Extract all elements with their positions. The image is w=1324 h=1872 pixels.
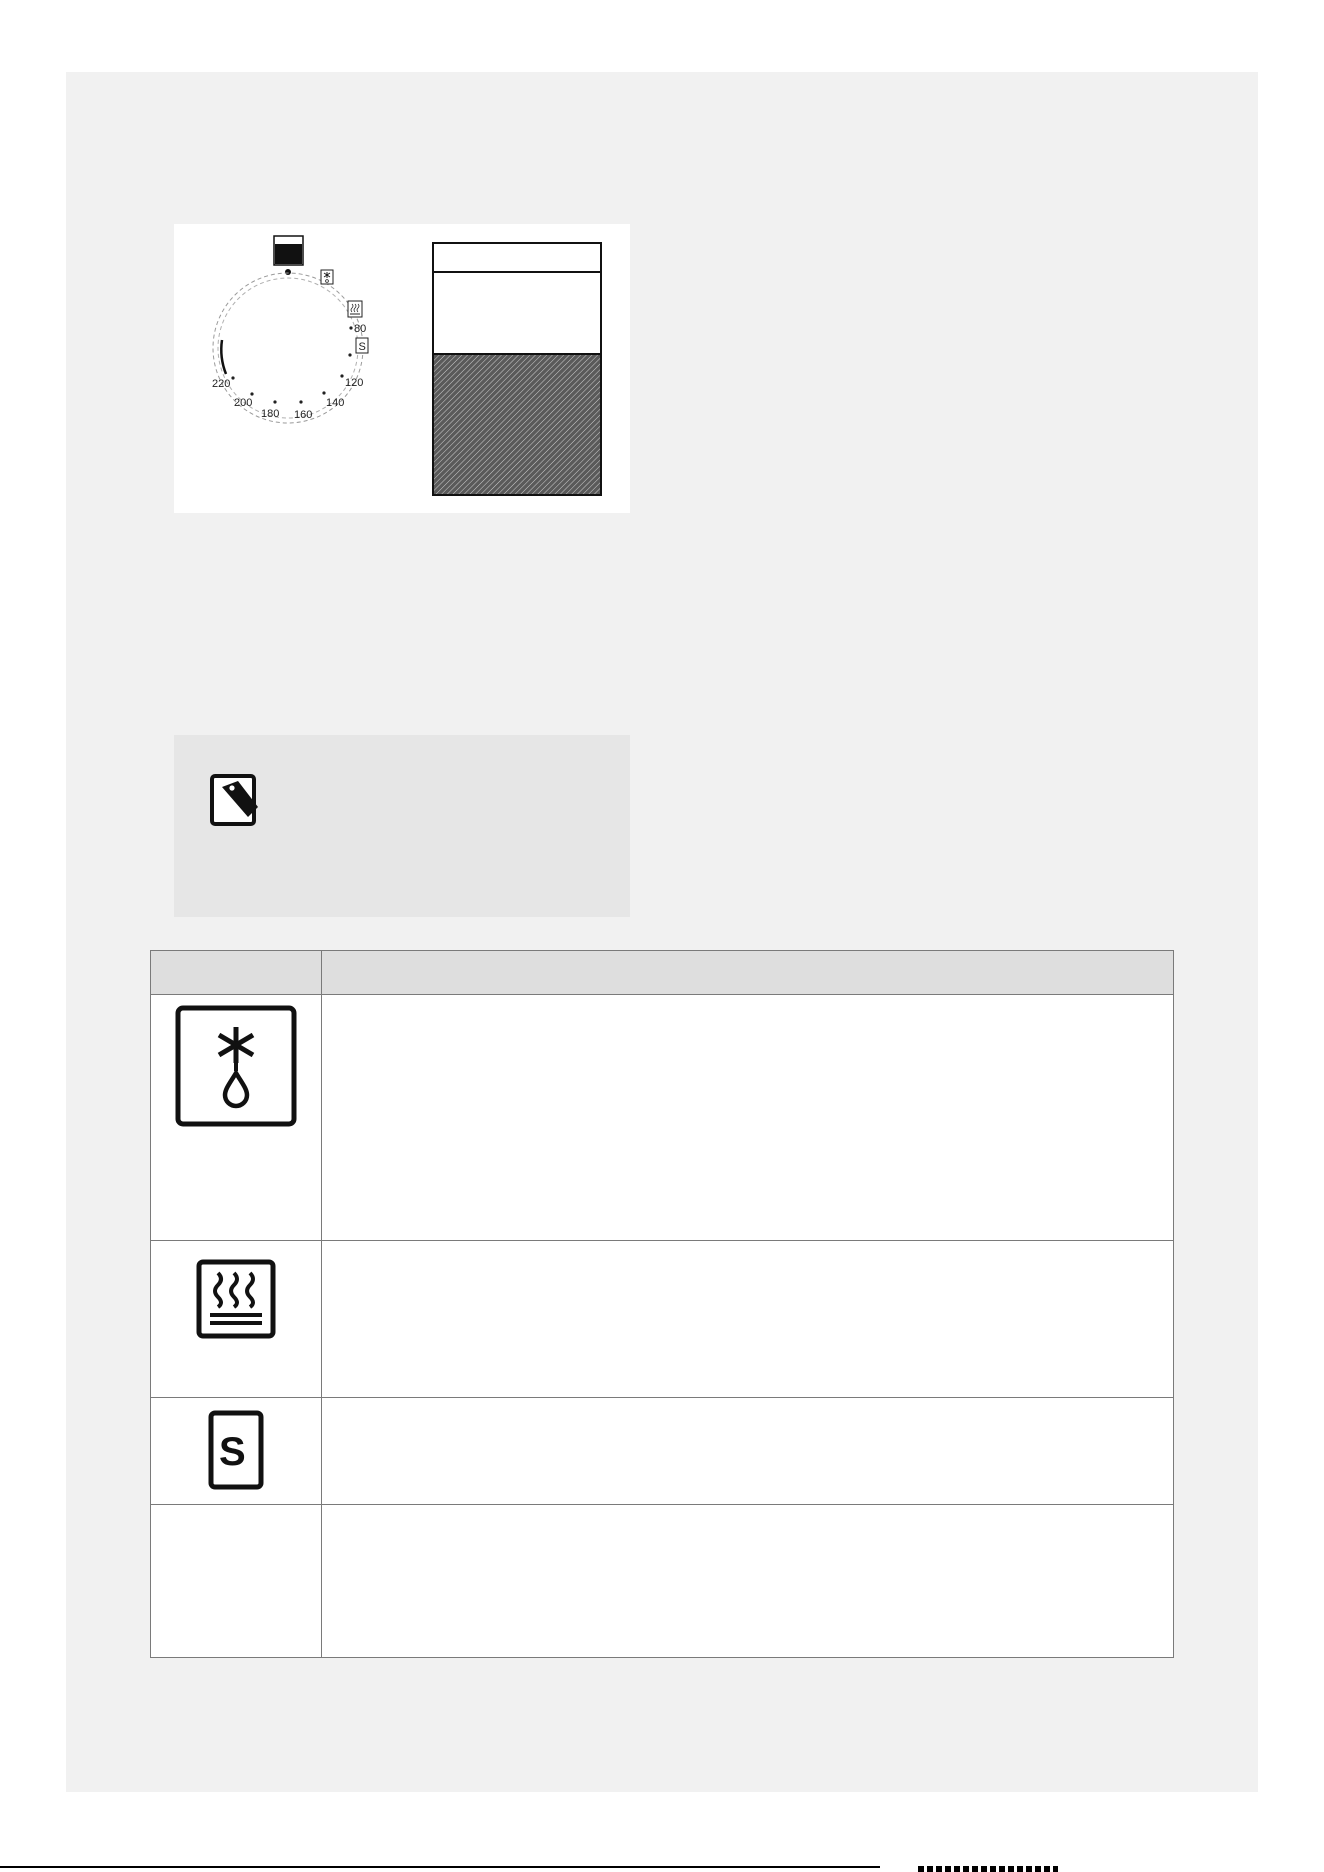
table-header-row: [150, 950, 1174, 995]
dial-temp-160: 160: [294, 409, 312, 421]
gauge-fill: [434, 354, 600, 494]
table-header-description: [321, 950, 1174, 995]
footer-rule: [0, 1866, 880, 1868]
table-row: [150, 1504, 1174, 1658]
dial-temp-220: 220: [212, 378, 230, 390]
dial-tick-dots: [231, 326, 353, 404]
symbol-table: S: [150, 950, 1174, 1658]
table-row: [150, 1240, 1174, 1398]
symbol-cell: [150, 1504, 322, 1658]
dial-temp-80: 80: [354, 323, 366, 335]
symbol-description: [321, 993, 1174, 1242]
symbol-cell: S: [150, 1396, 322, 1506]
dial-temp-180: 180: [261, 408, 279, 420]
dial-temp-200: 200: [234, 397, 252, 409]
dial-temp-140: 140: [326, 397, 344, 409]
dial-defrost-icon: [320, 269, 334, 285]
symbol-description: [321, 1396, 1174, 1506]
dial-warming-icon: [347, 300, 363, 318]
dial-s-icon: S: [355, 337, 369, 354]
oven-level-gauge: [432, 242, 602, 496]
symbol-cell: [150, 993, 322, 1242]
dial-indicator-icon: [273, 235, 304, 275]
symbol-description: [321, 1504, 1174, 1658]
svg-text:S: S: [219, 1430, 246, 1474]
defrost-icon: [175, 1005, 297, 1127]
oven-dial-figure: 220 200 180 160 140 120 80 S: [174, 224, 630, 513]
symbol-cell: [150, 1240, 322, 1398]
s-mode-icon: S: [208, 1410, 264, 1490]
table-row: S: [150, 1396, 1174, 1506]
note-tag-icon: [210, 774, 258, 826]
dial-temp-120: 120: [345, 377, 363, 389]
symbol-description: [321, 1240, 1174, 1398]
note-box: [174, 735, 630, 917]
dial-diagram: 220 200 180 160 140 120 80 S: [212, 235, 602, 496]
warming-icon: [196, 1259, 276, 1339]
dial-off-mark: [220, 339, 228, 375]
table-header-symbol: [150, 950, 322, 995]
svg-text:S: S: [359, 341, 366, 353]
table-row: [150, 993, 1174, 1242]
footer-mark: [918, 1866, 1058, 1872]
